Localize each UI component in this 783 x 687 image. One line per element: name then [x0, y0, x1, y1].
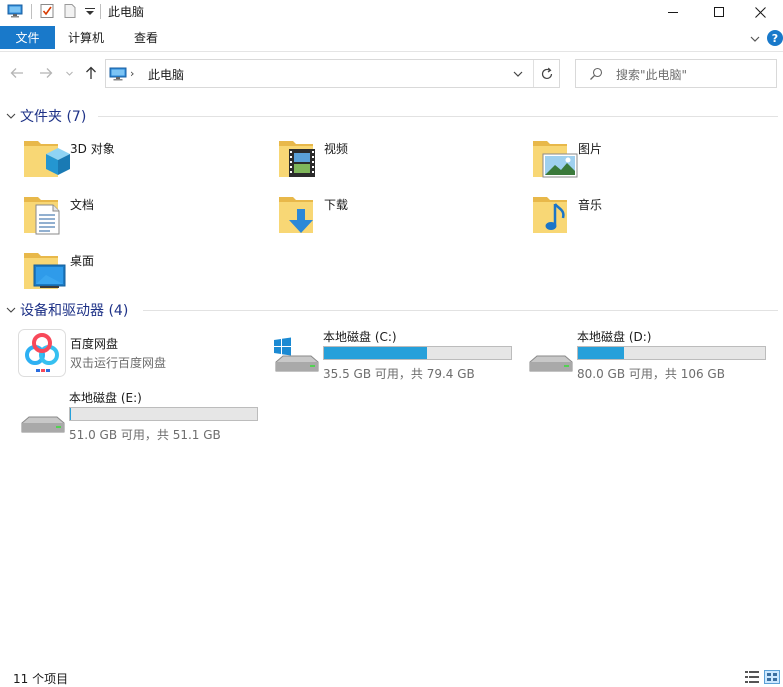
tiles-view-icon[interactable]: [764, 670, 780, 684]
close-icon: [754, 6, 766, 18]
minimize-icon: [668, 12, 678, 13]
drive-item-e[interactable]: 本地磁盘 (E:) 51.0 GB 可用，共 51.1 GB: [19, 389, 269, 442]
drive-usage-fill: [578, 347, 624, 359]
navigation-bar: › 此电脑 搜索"此电脑": [0, 52, 783, 94]
group-title-folders: 文件夹 (7): [20, 109, 87, 125]
folder-label: 3D 对象: [70, 142, 115, 156]
baidu-netdisk-icon: [18, 329, 66, 377]
documents-folder-icon: [24, 197, 60, 235]
drive-item-d[interactable]: 本地磁盘 (D:) 80.0 GB 可用，共 106 GB: [527, 328, 777, 381]
drive-free-space: 51.0 GB 可用，共 51.1 GB: [69, 428, 221, 442]
music-folder-icon: [533, 197, 567, 233]
windows-drive-icon: [274, 337, 319, 372]
details-view-icon[interactable]: [744, 670, 760, 684]
tab-computer[interactable]: 计算机: [68, 26, 104, 49]
folder-item-documents[interactable]: 文档: [22, 191, 252, 239]
forward-button[interactable]: [38, 65, 54, 81]
maximize-button[interactable]: [696, 0, 742, 24]
drive-item-c[interactable]: 本地磁盘 (C:) 35.5 GB 可用，共 79.4 GB: [273, 328, 523, 381]
breadcrumb-chevron[interactable]: ›: [130, 67, 134, 80]
drive-usage-bar: [577, 346, 766, 360]
folder-item-videos[interactable]: 视频: [277, 135, 507, 183]
search-icon: [590, 67, 603, 80]
title-bar: 此电脑: [0, 0, 783, 24]
app-description: 双击运行百度网盘: [70, 356, 167, 370]
device-item-baidu-netdisk[interactable]: 百度网盘 双击运行百度网盘: [18, 329, 268, 381]
title-separator: [100, 4, 101, 19]
close-button[interactable]: [737, 0, 783, 24]
chevron-down-icon: [65, 71, 73, 76]
folder-label: 音乐: [578, 198, 603, 212]
folder-item-music[interactable]: 音乐: [531, 191, 761, 239]
up-arrow-icon: [86, 66, 96, 79]
tab-file[interactable]: 文件: [0, 26, 55, 49]
videos-folder-icon: [279, 141, 315, 177]
folder-item-3d-objects[interactable]: 3D 对象: [22, 135, 252, 183]
forward-arrow-icon: [40, 68, 53, 78]
status-bar: 11 个项目: [0, 667, 783, 687]
back-arrow-icon: [10, 68, 23, 78]
collapse-chevron-icon: [6, 113, 16, 119]
drive-free-space: 35.5 GB 可用，共 79.4 GB: [323, 367, 475, 381]
quick-access-separator: [31, 4, 32, 19]
hard-drive-icon: [21, 416, 65, 433]
drive-name: 本地磁盘 (C:): [323, 330, 397, 344]
refresh-icon[interactable]: [539, 66, 555, 82]
up-button[interactable]: [83, 65, 99, 81]
folder-label: 文档: [70, 198, 95, 212]
address-history-icon[interactable]: [510, 66, 526, 82]
folder-label: 视频: [324, 142, 349, 156]
this-pc-icon[interactable]: [7, 3, 23, 19]
properties-icon[interactable]: [39, 3, 55, 19]
group-divider: [98, 116, 778, 117]
desktop-folder-icon: [24, 253, 66, 289]
drive-free-space: 80.0 GB 可用，共 106 GB: [577, 367, 725, 381]
address-bar[interactable]: › 此电脑: [105, 59, 560, 88]
help-icon[interactable]: ?: [767, 30, 783, 46]
group-divider: [143, 310, 778, 311]
pictures-folder-icon: [533, 141, 578, 178]
item-count: 11 个项目: [13, 672, 69, 686]
tab-view[interactable]: 查看: [134, 26, 158, 49]
drive-usage-fill: [324, 347, 428, 359]
3d-objects-folder-icon: [24, 141, 70, 177]
drive-name: 本地磁盘 (E:): [69, 391, 142, 405]
app-name: 百度网盘: [70, 337, 119, 351]
group-header-folders[interactable]: 文件夹 (7): [0, 106, 783, 126]
group-header-devices[interactable]: 设备和驱动器 (4): [0, 300, 783, 320]
folder-label: 图片: [578, 142, 603, 156]
search-placeholder: 搜索"此电脑": [616, 68, 688, 82]
search-input[interactable]: 搜索"此电脑": [575, 59, 777, 88]
new-folder-icon[interactable]: [62, 3, 78, 19]
downloads-folder-icon: [279, 197, 313, 233]
address-divider: [533, 60, 534, 87]
drive-name: 本地磁盘 (D:): [577, 330, 652, 344]
group-title-devices: 设备和驱动器 (4): [20, 303, 129, 319]
folder-item-desktop[interactable]: 桌面: [22, 247, 252, 295]
window-title: 此电脑: [108, 5, 145, 19]
recent-locations-button[interactable]: [63, 65, 75, 81]
collapse-chevron-icon: [6, 307, 16, 313]
drive-usage-bar: [69, 407, 258, 421]
expand-ribbon-icon[interactable]: [748, 32, 762, 46]
this-pc-icon: [109, 67, 127, 81]
folder-label: 桌面: [70, 254, 95, 268]
back-button[interactable]: [9, 65, 25, 81]
folder-label: 下载: [324, 198, 349, 212]
hard-drive-icon: [529, 355, 573, 372]
ribbon-tabs: 文件 计算机 查看 ?: [0, 24, 783, 52]
folder-item-pictures[interactable]: 图片: [531, 135, 761, 183]
folder-item-downloads[interactable]: 下载: [277, 191, 507, 239]
breadcrumb-this-pc[interactable]: 此电脑: [148, 66, 184, 83]
drive-usage-bar: [323, 346, 512, 360]
maximize-icon: [714, 7, 724, 17]
customize-toolbar-icon[interactable]: [82, 3, 98, 19]
minimize-button[interactable]: [650, 0, 696, 24]
